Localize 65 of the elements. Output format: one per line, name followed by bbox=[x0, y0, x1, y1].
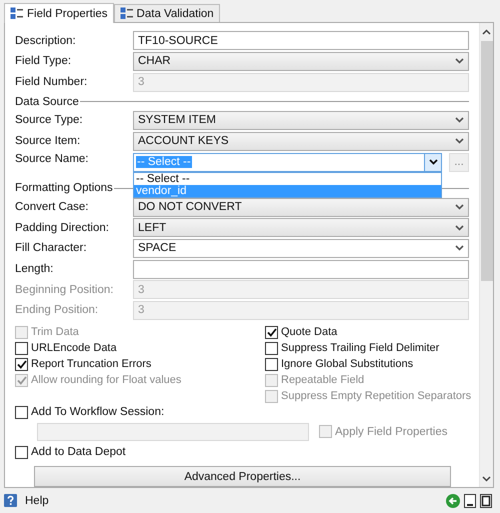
field-label: Ending Position: bbox=[15, 304, 100, 316]
form-icon bbox=[10, 7, 23, 20]
checkbox-label: Trim Data bbox=[31, 326, 79, 338]
field-label: Beginning Position: bbox=[15, 284, 114, 296]
field-label: Source Name: bbox=[15, 152, 90, 165]
dropdown-field[interactable]: SYSTEM ITEM bbox=[133, 110, 469, 130]
input-field[interactable] bbox=[133, 260, 469, 279]
maximize-icon[interactable] bbox=[480, 494, 492, 508]
checkbox-label: Quote Data bbox=[281, 326, 338, 338]
checkbox-label: Add to Data Depot bbox=[31, 446, 126, 458]
field-label: Description: bbox=[15, 34, 77, 47]
field-label: Convert Case: bbox=[15, 201, 90, 214]
section-heading: Data Source bbox=[15, 96, 79, 108]
chevron-down-icon bbox=[455, 58, 464, 64]
checkbox[interactable] bbox=[265, 358, 278, 371]
tab[interactable]: Data Validation bbox=[114, 4, 220, 22]
dropdown-field[interactable]: DO NOT CONVERT bbox=[133, 198, 469, 217]
checkbox[interactable] bbox=[15, 446, 28, 459]
tab[interactable]: Field Properties bbox=[4, 3, 114, 23]
minimize-icon[interactable] bbox=[464, 494, 476, 508]
chevron-down-icon bbox=[455, 245, 464, 252]
help-link[interactable]: Help bbox=[25, 494, 49, 506]
field-label: Field Number: bbox=[15, 76, 88, 88]
field-label: Source Item: bbox=[15, 135, 82, 148]
checkbox-label: Repeatable Field bbox=[281, 374, 364, 386]
chevron-down-icon bbox=[455, 138, 464, 144]
input-field[interactable]: TF10-SOURCE bbox=[133, 31, 469, 50]
checkbox-label: Suppress Trailing Field Delimiter bbox=[281, 342, 440, 354]
chevron-down-icon bbox=[428, 159, 438, 166]
checkbox-label: Suppress Empty Repetition Separators bbox=[281, 390, 472, 402]
checkbox-label: Add To Workflow Session: bbox=[31, 406, 164, 418]
chevron-down-icon bbox=[455, 204, 464, 210]
checkbox-label: Apply Field Properties bbox=[335, 426, 448, 438]
help-icon[interactable] bbox=[4, 494, 17, 507]
chevron-down-icon bbox=[455, 224, 464, 231]
scroll-up-icon[interactable] bbox=[482, 29, 491, 35]
field-label: Padding Direction: bbox=[15, 222, 110, 234]
scrollbar[interactable] bbox=[479, 23, 493, 487]
checkbox-label: URLEncode Data bbox=[31, 342, 117, 354]
input-field: 3 bbox=[133, 72, 469, 92]
advanced-properties-button[interactable]: Advanced Properties... bbox=[34, 466, 451, 487]
checkbox[interactable] bbox=[265, 326, 278, 339]
dropdown-option[interactable]: -- Select -- bbox=[134, 172, 441, 185]
section-heading: Formatting Options bbox=[15, 182, 113, 194]
field-label: Fill Character: bbox=[15, 242, 88, 254]
field-label: Source Type: bbox=[15, 114, 84, 126]
dropdown-field[interactable]: ACCOUNT KEYS bbox=[133, 132, 469, 151]
dropdown-field[interactable]: CHAR bbox=[133, 52, 469, 71]
checkbox-label: Report Truncation Errors bbox=[31, 358, 152, 370]
checkbox-label: Ignore Global Substitutions bbox=[281, 358, 414, 370]
form-icon bbox=[120, 7, 133, 20]
scroll-down-icon[interactable] bbox=[482, 476, 491, 482]
checkbox[interactable] bbox=[15, 358, 28, 371]
dropdown-field[interactable]: SPACE bbox=[133, 238, 469, 258]
back-arrow-icon[interactable] bbox=[446, 494, 460, 508]
dropdown-field[interactable]: LEFT bbox=[133, 218, 469, 238]
checkbox[interactable] bbox=[15, 406, 28, 419]
checkbox-label: Allow rounding for Float values bbox=[31, 374, 182, 386]
chevron-down-icon bbox=[455, 117, 464, 124]
checkbox[interactable] bbox=[265, 342, 278, 355]
checkbox[interactable] bbox=[15, 342, 28, 355]
field-label: Field Type: bbox=[15, 55, 72, 68]
input-field: 3 bbox=[133, 280, 469, 300]
field-label: Length: bbox=[15, 263, 54, 276]
input-field: 3 bbox=[133, 300, 469, 320]
